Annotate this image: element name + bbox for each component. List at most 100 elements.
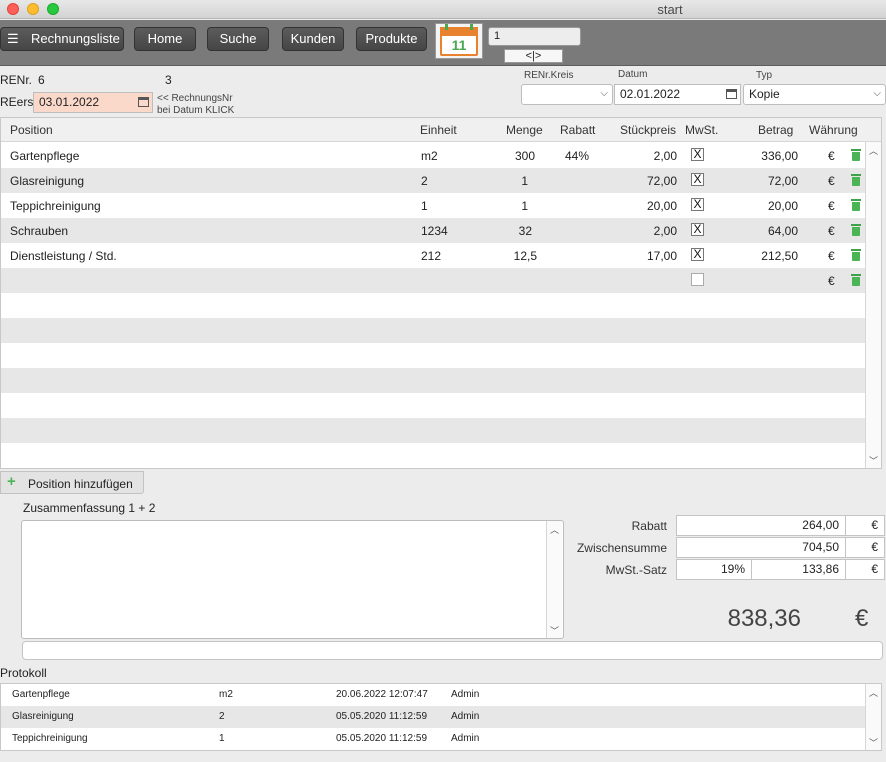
protocol-row[interactable]: Gartenpflege m2 20.06.2022 12:07:47 Admi… — [1, 684, 865, 706]
cell-stueckpreis[interactable]: 2,00 — [611, 224, 677, 238]
datum-value: 02.01.2022 — [620, 87, 681, 101]
add-position-button[interactable]: + Position hinzufügen — [0, 471, 144, 494]
trash-icon[interactable] — [851, 274, 861, 286]
cell-position[interactable]: Schrauben — [10, 224, 68, 238]
search-button[interactable]: Suche — [207, 27, 269, 51]
chevron-up-icon[interactable]: ︿ — [869, 686, 878, 699]
cell-einheit[interactable]: m2 — [421, 149, 438, 163]
chevron-up-icon[interactable]: ︿ — [869, 144, 878, 157]
home-button[interactable]: Home — [134, 27, 196, 51]
kreis-select[interactable]: ⌵ — [521, 84, 613, 105]
table-row[interactable]: Schrauben 1234 32 2,00 X 64,00 € — [1, 218, 865, 243]
column-header-stueckpreis[interactable]: Stückpreis — [620, 123, 676, 137]
cell-position[interactable]: Teppichreinigung — [10, 199, 101, 213]
chevron-up-icon[interactable]: ︿ — [550, 523, 559, 536]
zwischensumme-value: 704,50 — [676, 537, 846, 558]
cell-rabatt[interactable]: 44% — [565, 149, 589, 163]
chevron-down-icon[interactable]: ﹀ — [869, 454, 878, 467]
mwst-checkbox[interactable]: X — [691, 198, 704, 211]
table-row[interactable]: Teppichreinigung 1 1 20,00 X 20,00 € — [1, 193, 865, 218]
reers-date-field[interactable]: 03.01.2022 — [33, 92, 153, 113]
cell-stueckpreis[interactable]: 17,00 — [611, 249, 677, 263]
column-header-position[interactable]: Position — [10, 123, 53, 137]
empty-row[interactable] — [1, 318, 865, 343]
mwst-checkbox[interactable] — [691, 273, 704, 286]
mwst-rate-field[interactable]: 19% — [676, 559, 752, 580]
mwst-checkbox[interactable]: X — [691, 223, 704, 236]
column-header-menge[interactable]: Menge — [506, 123, 543, 137]
trash-icon[interactable] — [851, 174, 861, 186]
table-scrollbar[interactable]: ︿ ﹀ — [865, 142, 881, 468]
cell-position[interactable]: Glasreinigung — [10, 174, 84, 188]
record-number-field[interactable]: 1 — [488, 27, 581, 46]
cell-stueckpreis[interactable]: 20,00 — [611, 199, 677, 213]
chevron-down-icon: ⌵ — [873, 88, 881, 99]
mwst-value: 133,86 — [751, 559, 846, 580]
mwst-checkbox[interactable]: X — [691, 248, 704, 261]
table-row[interactable]: € — [1, 268, 865, 293]
typ-label: Typ — [756, 70, 773, 81]
trash-icon[interactable] — [851, 149, 861, 161]
calendar-picker-icon[interactable] — [138, 97, 149, 107]
calendar-day: 11 — [451, 37, 467, 53]
cell-position[interactable]: Dienstleistung / Std. — [10, 249, 117, 263]
table-row[interactable]: Glasreinigung 2 1 72,00 X 72,00 € — [1, 168, 865, 193]
cell-menge[interactable]: 12,5 — [491, 249, 537, 263]
products-button[interactable]: Produkte — [356, 27, 427, 51]
protocol-row[interactable]: Teppichreinigung 1 05.05.2020 11:12:59 A… — [1, 728, 865, 750]
empty-row[interactable] — [1, 393, 865, 418]
zwischensumme-currency: € — [845, 537, 885, 558]
empty-row[interactable] — [1, 293, 865, 318]
trash-icon[interactable] — [851, 249, 861, 261]
cell-einheit[interactable]: 212 — [421, 249, 441, 263]
summary-textarea[interactable]: ︿ ﹀ — [21, 520, 564, 639]
mwst-checkbox[interactable]: X — [691, 173, 704, 186]
cell-einheit[interactable]: 1 — [421, 199, 428, 213]
cell-betrag: 212,50 — [761, 249, 798, 263]
renr-second-value: 3 — [165, 73, 172, 87]
trash-icon[interactable] — [851, 199, 861, 211]
calendar-picker-icon[interactable] — [726, 89, 737, 99]
empty-row[interactable] — [1, 418, 865, 443]
mwst-checkbox[interactable]: X — [691, 148, 704, 161]
table-row[interactable]: Gartenpflege m2 300 44% 2,00 X 336,00 € — [1, 143, 865, 168]
protocol-einheit: 2 — [219, 711, 225, 722]
record-navigator[interactable]: <|> — [504, 49, 563, 63]
cell-betrag: 336,00 — [761, 149, 798, 163]
positions-table: Position Einheit Menge Rabatt Stückpreis… — [0, 117, 882, 469]
cell-einheit[interactable]: 1234 — [421, 224, 448, 238]
table-row[interactable]: Dienstleistung / Std. 212 12,5 17,00 X 2… — [1, 243, 865, 268]
chevron-down-icon[interactable]: ﹀ — [550, 624, 559, 637]
trash-icon[interactable] — [851, 224, 861, 236]
typ-select[interactable]: Kopie ⌵ — [743, 84, 886, 105]
window-title: start — [657, 2, 683, 17]
protocol-timestamp: 05.05.2020 11:12:59 — [336, 733, 428, 744]
cell-stueckpreis[interactable]: 72,00 — [611, 174, 677, 188]
column-header-einheit[interactable]: Einheit — [420, 123, 457, 137]
column-header-waehrung[interactable]: Währung — [809, 123, 858, 137]
note-field[interactable] — [22, 641, 883, 660]
invoice-list-button[interactable]: ☰ Rechnungsliste — [0, 27, 124, 51]
calendar-icon[interactable]: 11 — [435, 23, 483, 59]
cell-einheit[interactable]: 2 — [421, 174, 428, 188]
cell-stueckpreis[interactable]: 2,00 — [611, 149, 677, 163]
cell-menge[interactable]: 300 — [491, 149, 535, 163]
textarea-scrollbar[interactable]: ︿ ﹀ — [546, 521, 562, 638]
empty-row[interactable] — [1, 368, 865, 393]
chevron-down-icon[interactable]: ﹀ — [869, 736, 878, 749]
customers-button[interactable]: Kunden — [282, 27, 344, 51]
protocol-scrollbar[interactable]: ︿ ﹀ — [865, 684, 881, 750]
column-header-rabatt[interactable]: Rabatt — [560, 123, 595, 137]
column-header-mwst[interactable]: MwSt. — [685, 123, 718, 137]
empty-row[interactable] — [1, 443, 865, 468]
cell-menge[interactable]: 1 — [491, 199, 528, 213]
datum-field[interactable]: 02.01.2022 — [614, 84, 741, 105]
column-header-betrag[interactable]: Betrag — [758, 123, 793, 137]
empty-row[interactable] — [1, 343, 865, 368]
cell-waehrung: € — [828, 274, 835, 288]
typ-value: Kopie — [749, 87, 780, 101]
protocol-row[interactable]: Glasreinigung 2 05.05.2020 11:12:59 Admi… — [1, 706, 865, 728]
cell-menge[interactable]: 1 — [491, 174, 528, 188]
cell-menge[interactable]: 32 — [491, 224, 532, 238]
cell-position[interactable]: Gartenpflege — [10, 149, 79, 163]
